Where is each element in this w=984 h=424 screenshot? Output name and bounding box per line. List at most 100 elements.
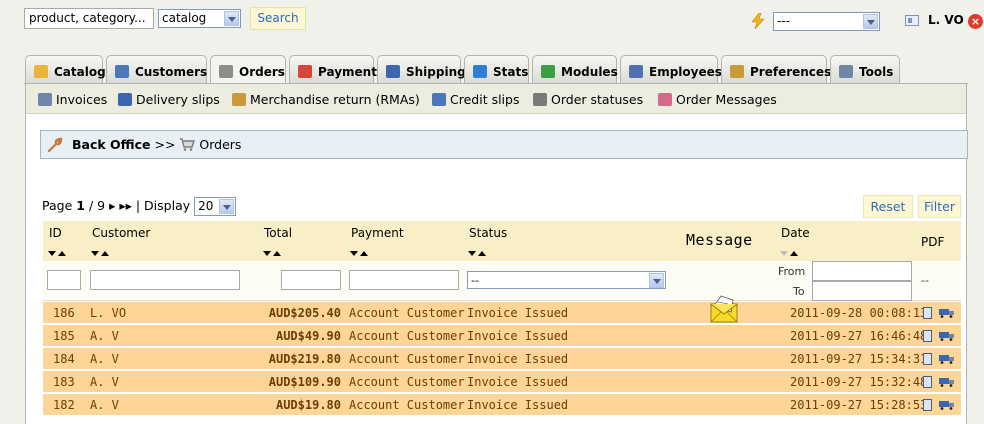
chevron-down-icon	[219, 199, 235, 214]
tab-stats[interactable]: Stats	[464, 55, 529, 83]
header-payment: Payment	[351, 226, 404, 240]
submenu-icon	[38, 93, 52, 106]
tab-employees[interactable]: Employees	[620, 55, 722, 83]
tab-catalog[interactable]: Catalog	[25, 55, 106, 83]
header-customer: Customer	[92, 226, 151, 240]
tools-icon	[839, 65, 853, 78]
search-button[interactable]: Search	[250, 7, 306, 30]
invoice-pdf-icon[interactable]	[923, 330, 932, 342]
table-row[interactable]: 185 A. V AUD$49.90 Account Customer Invoice …	[43, 325, 961, 347]
filter-pdf-value: --	[921, 274, 929, 287]
tab-label: Modules	[561, 65, 618, 79]
payment-icon	[298, 65, 312, 78]
breadcrumb-current: Orders	[199, 137, 242, 152]
chevron-down-icon	[649, 273, 664, 288]
date-from-input[interactable]	[812, 261, 912, 281]
delivery-slip-truck-icon[interactable]	[939, 308, 955, 318]
submenu-label: Merchandise return (RMAs)	[250, 92, 420, 107]
table-row[interactable]: 186 L. VO AUD$205.40 Account Customer Invoic…	[43, 302, 961, 324]
delivery-slip-truck-icon[interactable]	[939, 377, 955, 387]
shipping-icon	[386, 65, 400, 78]
invoice-pdf-icon[interactable]	[923, 376, 932, 388]
preferences-icon	[730, 65, 744, 78]
invoice-pdf-icon[interactable]	[923, 353, 932, 365]
user-name[interactable]: L. VO	[928, 13, 964, 27]
invoice-pdf-icon[interactable]	[923, 399, 932, 411]
submenu-credit-slips[interactable]: Credit slips	[432, 92, 519, 107]
orders-icon	[219, 65, 233, 78]
message-envelope-icon[interactable]	[709, 294, 739, 324]
submenu-bar: Invoices Delivery slips Merchandise return…	[25, 84, 967, 114]
table-header: ID Customer Total Payment Status Date PD…	[43, 221, 961, 261]
sort-id[interactable]	[48, 245, 68, 259]
submenu-order-statuses[interactable]: Order statuses	[533, 92, 643, 107]
cell-id: 186	[53, 306, 75, 320]
catalog-icon	[34, 65, 48, 78]
cell-status: Invoice Issued	[467, 398, 569, 412]
page-label: Page	[42, 198, 73, 213]
table-row[interactable]: 183 A. V AUD$109.90 Account Customer Invoice…	[43, 371, 961, 393]
cell-status: Invoice Issued	[467, 375, 569, 389]
cell-customer: A. V	[90, 398, 119, 412]
submenu-delivery-slips[interactable]: Delivery slips	[118, 92, 220, 107]
submenu-label: Credit slips	[450, 92, 520, 107]
invoice-pdf-icon[interactable]	[923, 307, 932, 319]
cell-id: 182	[53, 398, 75, 412]
cell-payment: Account Customer	[349, 375, 465, 389]
cell-payment: Account Customer	[349, 352, 465, 366]
chevron-down-icon	[224, 11, 239, 26]
tab-modules[interactable]: Modules	[532, 55, 618, 83]
header-pdf: PDF	[921, 235, 945, 249]
table-row[interactable]: 184 A. V AUD$219.80 Account Customer Invoice…	[43, 348, 961, 370]
date-to-input[interactable]	[812, 281, 912, 301]
submenu-order-messages[interactable]: Order Messages	[658, 92, 777, 107]
filter-payment-input[interactable]	[349, 270, 459, 290]
filter-id-input[interactable]	[47, 270, 81, 290]
delivery-slip-truck-icon[interactable]	[939, 331, 955, 341]
delivery-slip-truck-icon[interactable]	[939, 400, 955, 410]
quick-access-select[interactable]: ---	[773, 12, 880, 31]
filter-total-input[interactable]	[281, 270, 341, 290]
tab-label: Preferences	[750, 65, 832, 79]
cell-date: 2011-09-27 16:46:48	[790, 329, 928, 343]
search-scope-select[interactable]: catalog	[158, 9, 241, 28]
tab-customers[interactable]: Customers	[106, 55, 207, 83]
sort-payment[interactable]	[350, 245, 370, 259]
next-page-icon[interactable]: ▸	[109, 198, 115, 213]
per-page-select[interactable]: 20	[194, 197, 237, 216]
last-page-icon[interactable]: ▸▸	[119, 198, 132, 213]
tab-preferences[interactable]: Preferences	[721, 55, 831, 83]
header-date: Date	[781, 226, 810, 240]
submenu-icon	[118, 93, 132, 106]
submenu-label: Order statuses	[551, 92, 644, 107]
tab-orders[interactable]: Orders	[210, 55, 286, 85]
cell-customer: A. V	[90, 352, 119, 366]
reset-button[interactable]: Reset	[863, 195, 913, 218]
search-input[interactable]: product, category...	[24, 8, 154, 29]
stats-icon	[473, 65, 487, 78]
breadcrumb-root[interactable]: Back Office	[72, 137, 151, 152]
sort-total[interactable]	[263, 245, 283, 259]
submenu-merchandise-return-rmas[interactable]: Merchandise return (RMAs)	[232, 92, 420, 107]
tab-payment[interactable]: Payment	[289, 55, 377, 83]
modules-icon	[541, 65, 555, 78]
sort-date[interactable]	[780, 245, 800, 259]
logout-icon[interactable]: ×	[968, 14, 983, 29]
cell-date: 2011-09-27 15:32:48	[790, 375, 928, 389]
tab-label: Stats	[493, 65, 529, 79]
tab-shipping[interactable]: Shipping	[377, 55, 466, 83]
employee-card-icon[interactable]	[905, 15, 919, 26]
sort-customer[interactable]	[91, 245, 111, 259]
delivery-slip-truck-icon[interactable]	[939, 354, 955, 364]
filter-status-value: --	[471, 274, 479, 287]
header-status: Status	[469, 226, 508, 240]
filter-customer-input[interactable]	[90, 270, 240, 290]
submenu-invoices[interactable]: Invoices	[38, 92, 107, 107]
sort-status[interactable]	[468, 245, 488, 259]
filter-status-select[interactable]: --	[467, 271, 666, 289]
tab-tools[interactable]: Tools	[830, 55, 900, 83]
cell-total: AUD$49.90	[275, 329, 341, 343]
cart-icon	[180, 138, 196, 151]
table-row[interactable]: 182 A. V AUD$19.80 Account Customer Invoice …	[43, 394, 961, 416]
filter-button[interactable]: Filter	[918, 195, 961, 218]
